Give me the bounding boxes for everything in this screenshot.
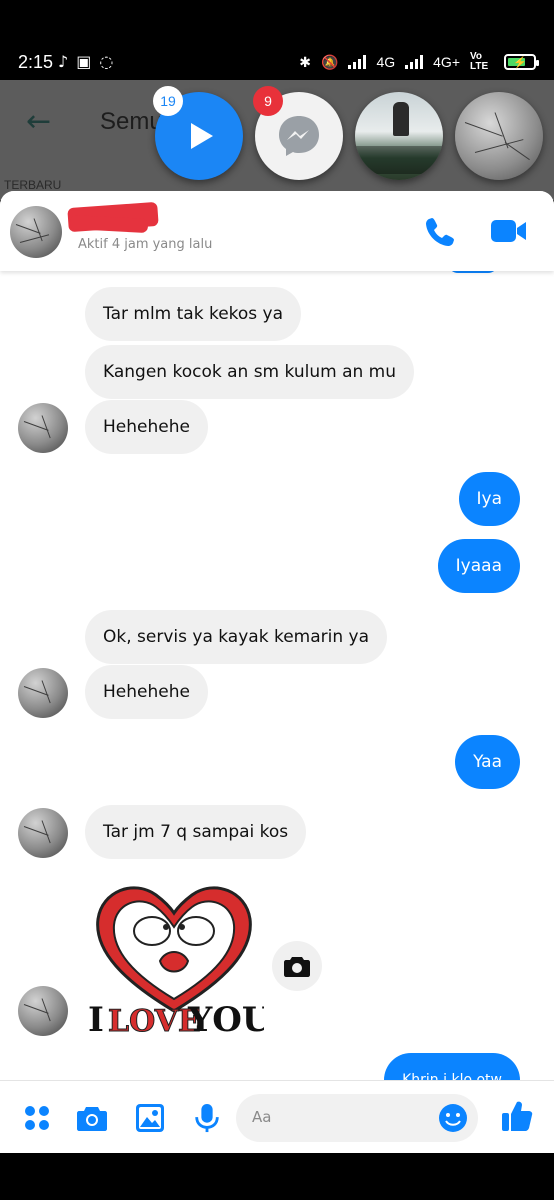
sender-avatar[interactable] [18,986,68,1036]
incoming-message[interactable]: Tar jm 7 q sampai kos [85,805,307,859]
messenger-logo-icon [279,116,319,156]
emoji-icon[interactable] [438,1103,468,1133]
video-call-icon[interactable] [490,217,528,245]
chat-header: Aktif 4 jam yang lalu [0,191,554,271]
outgoing-message[interactable]: Iya [458,472,520,526]
outgoing-message[interactable]: Yaa [455,735,520,789]
i-love-you-sticker[interactable]: I LOVE YOU [84,871,264,1041]
person-silhouette [393,102,409,136]
contact-active-status: Aktif 4 jam yang lalu [78,237,213,252]
contact-avatar[interactable] [10,206,62,258]
sticker-letter-i: I [88,1000,104,1040]
camera-icon[interactable] [77,1103,107,1133]
incoming-message[interactable]: Hehehehe [85,665,208,719]
signal-icon [348,55,367,69]
signal-icon-2 [405,55,424,69]
incoming-message[interactable]: Hehehehe [85,400,208,454]
chat-card: Aktif 4 jam yang lalu Tar mlm tak kekos … [0,191,554,1153]
unread-badge: 19 [153,86,183,116]
incoming-message[interactable]: Ok, servis ya kayak kemarin ya [85,610,387,664]
messenger-chat-head[interactable]: 9 [253,86,343,180]
microphone-icon[interactable] [192,1103,222,1133]
outgoing-message[interactable]: Iyaaa [437,539,520,593]
background-section-label: TERBARU [4,178,62,192]
incoming-message[interactable]: Kangen kocok an sm kulum an mu [85,345,415,399]
network-label-2: 4G+ [433,54,460,70]
more-actions-icon[interactable] [22,1103,52,1133]
thumbs-up-icon[interactable] [500,1099,534,1133]
gallery-icon[interactable] [135,1103,165,1133]
sender-avatar[interactable] [18,403,68,453]
background-app-title: Semu [100,108,163,135]
save-sticker-camera-button[interactable] [272,941,322,991]
contact-chat-head[interactable] [455,92,543,180]
sender-avatar[interactable] [18,808,68,858]
phone-call-icon[interactable] [424,215,456,247]
back-arrow-icon[interactable]: ← [26,104,51,139]
camera-icon [284,957,310,977]
sender-avatar[interactable] [18,668,68,718]
network-label-1: 4G [376,54,396,70]
bbm-icon: ▣ [76,52,92,71]
status-bar: 2:15 ♪ ▣ ◌ ✱ 🔕 4G 4G+ Vo LTE ⚡ [0,0,554,80]
tiktok-icon: ♪ [58,52,69,71]
status-right-icons: ✱ 🔕 4G 4G+ Vo LTE ⚡ [299,51,539,72]
system-navigation-bar [0,1153,554,1200]
sticker-word-you: YOU [187,1000,264,1040]
unread-badge: 9 [253,86,283,116]
play-icon [191,123,213,149]
mute-icon: 🔕 [321,53,339,70]
message-composer: Aa [0,1080,554,1153]
messenger-icon: ◌ [99,52,114,71]
sticker-word-love: LOVE [108,1004,201,1039]
battery-charging-icon: ⚡ [504,54,539,70]
message-input-placeholder: Aa [252,1108,272,1126]
video-chat-head[interactable]: 19 [153,86,243,180]
bluetooth-icon: ✱ [299,53,312,70]
photo-chat-head[interactable] [355,92,443,180]
volte-label: Vo LTE [470,51,489,72]
status-time: 2:15 [18,52,54,72]
photo-caption-strip [355,146,443,174]
status-left-icons: ♪ ▣ ◌ [58,52,113,71]
message-input[interactable]: Aa [236,1094,478,1142]
incoming-message[interactable]: Tar mlm tak kekos ya [85,287,302,341]
